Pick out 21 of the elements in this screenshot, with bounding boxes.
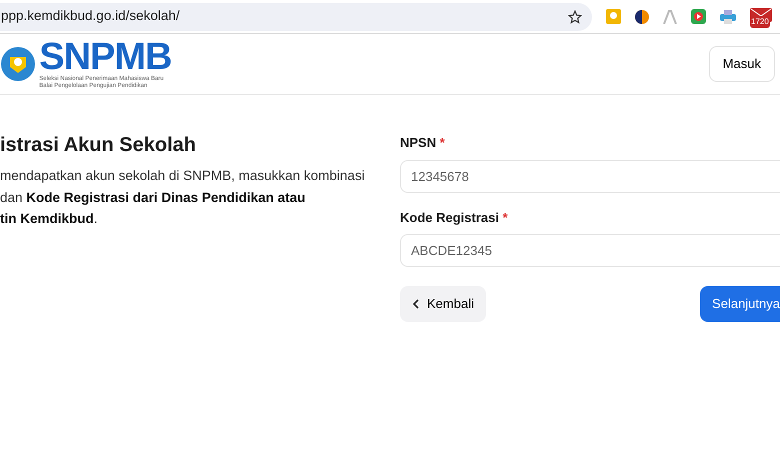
url-text: ppp.kemdikbud.go.id/sekolah/ (1, 7, 180, 26)
field-label: NPSN (400, 135, 436, 150)
circle-logo-icon[interactable] (635, 10, 649, 24)
notification-badge: 1720 (750, 16, 770, 28)
page-title: istrasi Akun Sekolah (0, 133, 197, 157)
logo-text: SNPMB (39, 38, 172, 76)
required-mark: * (440, 135, 445, 150)
input-field[interactable]: ABCDE12345 (400, 234, 780, 267)
input-field[interactable]: 12345678 (400, 160, 780, 192)
required-mark: * (502, 210, 508, 224)
next-button[interactable]: Selanjutnya (700, 286, 780, 322)
play-icon[interactable] (691, 9, 706, 24)
login-button[interactable]: Masuk (708, 46, 775, 82)
bookmark-star-icon[interactable] (568, 10, 582, 24)
back-button[interactable]: Kembali (400, 286, 486, 322)
printer-icon[interactable] (720, 10, 736, 24)
field-label: Kode Registrasi (400, 210, 499, 224)
emblem-logo-icon (0, 45, 36, 83)
instruction-text: mendapatkan akun sekolah di SNPMB, masukkan kombinasi dan Kode Registrasi dari Dinas Pendidikan atau tin Kemdikbud. (0, 167, 366, 228)
address-bar[interactable]: ppp.kemdikbud.go.id/sekolah/ (0, 2, 592, 30)
chevron-left-icon (412, 298, 419, 309)
